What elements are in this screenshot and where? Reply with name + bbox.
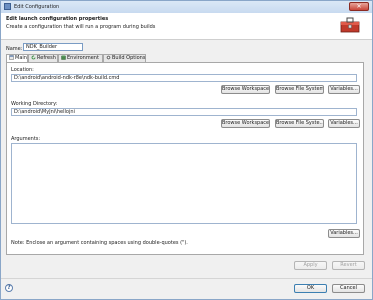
edit-configuration-window: Edit Configuration ✕ Edit launch configu… (0, 0, 373, 300)
name-label: Name: (6, 46, 23, 52)
cancel-button[interactable]: Cancel (332, 284, 365, 293)
tab-main-label: Main (15, 55, 27, 61)
working-directory-input[interactable]: D:\android\MyJni\hellojni (11, 108, 357, 116)
arguments-label: Arguments: (11, 136, 41, 142)
location-input[interactable]: D:\android\android-ndk-r8e\ndk-build.cmd (11, 74, 357, 82)
tab-build-options-label: Build Options (112, 55, 146, 61)
help-icon[interactable]: ? (5, 284, 13, 292)
main-tab-icon (9, 55, 14, 60)
title-bar[interactable]: Edit Configuration ✕ (1, 1, 372, 13)
arguments-textarea[interactable] (11, 143, 357, 224)
name-input[interactable]: NDK_Builder (23, 43, 83, 51)
header-title: Edit launch configuration properties (6, 16, 109, 22)
close-window-button[interactable]: ✕ (349, 2, 369, 11)
location-browse-workspace-button[interactable]: Browse Workspace... (221, 85, 270, 94)
tab-environment[interactable]: Environment (58, 54, 103, 62)
build-options-icon (106, 55, 111, 60)
footer-divider (1, 278, 372, 279)
header-subtitle: Create a configuration that will run a p… (6, 24, 156, 30)
arguments-note: Note: Enclose an argument containing spa… (11, 240, 188, 246)
main-tab-panel: Location: D:\android\android-ndk-r8e\ndk… (6, 62, 364, 255)
location-variables-button[interactable]: Variables... (328, 85, 360, 94)
location-label: Location: (11, 67, 34, 73)
tab-refresh-label: Refresh (37, 55, 56, 61)
working-directory-label: Working Directory: (11, 101, 58, 107)
tab-refresh[interactable]: Refresh (28, 54, 58, 62)
refresh-icon (31, 55, 36, 60)
ok-button[interactable]: OK (294, 284, 327, 293)
working-directory-browse-file-system-button[interactable]: Browse File Syste... (275, 119, 324, 128)
apply-button[interactable]: Apply (294, 261, 327, 270)
revert-button[interactable]: Revert (332, 261, 365, 270)
toolbox-icon (340, 17, 360, 33)
tab-environment-label: Environment (67, 55, 99, 61)
working-directory-variables-button[interactable]: Variables... (328, 119, 360, 128)
location-browse-file-system-button[interactable]: Browse File System... (275, 85, 324, 94)
environment-icon (61, 55, 66, 60)
dialog-header: Edit launch configuration properties Cre… (1, 13, 372, 40)
working-directory-browse-workspace-button[interactable]: Browse Workspace... (221, 119, 270, 128)
window-title: Edit Configuration (14, 4, 60, 10)
tab-build-options[interactable]: Build Options (103, 54, 146, 62)
window-app-icon (4, 3, 11, 10)
arguments-variables-button[interactable]: Variables... (328, 229, 360, 238)
